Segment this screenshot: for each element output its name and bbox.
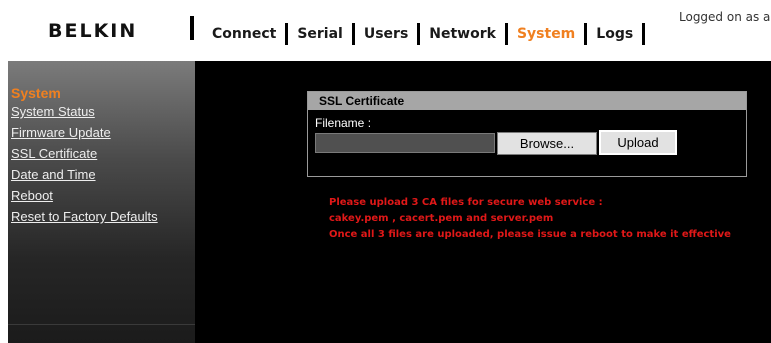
logged-on-status: Logged on as a [679,10,771,24]
sidebar-item-ssl-certificate: SSL Certificate [11,145,158,166]
nav-separator [285,23,289,45]
sidebar-link-reboot[interactable]: Reboot [11,188,53,203]
sidebar-link-ssl-certificate[interactable]: SSL Certificate [11,146,97,161]
sidebar-title: System [11,85,61,101]
header-bar: BELKIN Connect Serial Users Network Syst… [0,0,771,56]
sidebar-menu: System Status Firmware Update SSL Certif… [11,103,158,229]
nav-connect[interactable]: Connect [212,26,276,42]
sidebar-item-reset-defaults: Reset to Factory Defaults [11,208,158,229]
nav-logs[interactable]: Logs [596,26,633,42]
file-path-input[interactable] [315,133,495,153]
nav-separator [417,23,421,45]
panel-title: SSL Certificate [308,92,746,110]
browse-button[interactable]: Browse... [497,132,597,155]
sidebar-link-date-time[interactable]: Date and Time [11,167,96,182]
nav-separator [351,23,355,45]
sidebar-link-system-status[interactable]: System Status [11,104,95,119]
main-content: SSL Certificate Filename : Browse... Upl… [195,61,771,343]
nav-network[interactable]: Network [429,26,496,42]
sidebar: System System Status Firmware Update SSL… [8,61,195,343]
nav-separator [642,23,646,45]
sidebar-item-date-time: Date and Time [11,166,158,187]
logo-divider [190,16,194,40]
top-nav: Connect Serial Users Network System Logs [212,22,654,46]
nav-users[interactable]: Users [364,26,408,42]
sidebar-link-firmware-update[interactable]: Firmware Update [11,125,111,140]
sidebar-item-system-status: System Status [11,103,158,124]
nav-system[interactable]: System [517,26,575,42]
sidebar-item-firmware-update: Firmware Update [11,124,158,145]
upload-button[interactable]: Upload [599,130,677,155]
sidebar-item-reboot: Reboot [11,187,158,208]
notice-line-3: Once all 3 files are uploaded, please is… [329,229,731,240]
nav-serial[interactable]: Serial [297,26,343,42]
filename-label: Filename : [315,116,372,130]
upload-notice: Please upload 3 CA files for secure web … [329,195,731,243]
ssl-certificate-panel: SSL Certificate Filename : Browse... Upl… [307,91,747,177]
notice-line-1: Please upload 3 CA files for secure web … [329,197,603,208]
nav-separator [584,23,588,45]
sidebar-divider [8,324,195,325]
notice-line-2: cakey.pem , cacert.pem and server.pem [329,213,554,224]
sidebar-link-reset-defaults[interactable]: Reset to Factory Defaults [11,209,158,224]
belkin-logo: BELKIN [48,20,138,42]
nav-separator [504,23,508,45]
